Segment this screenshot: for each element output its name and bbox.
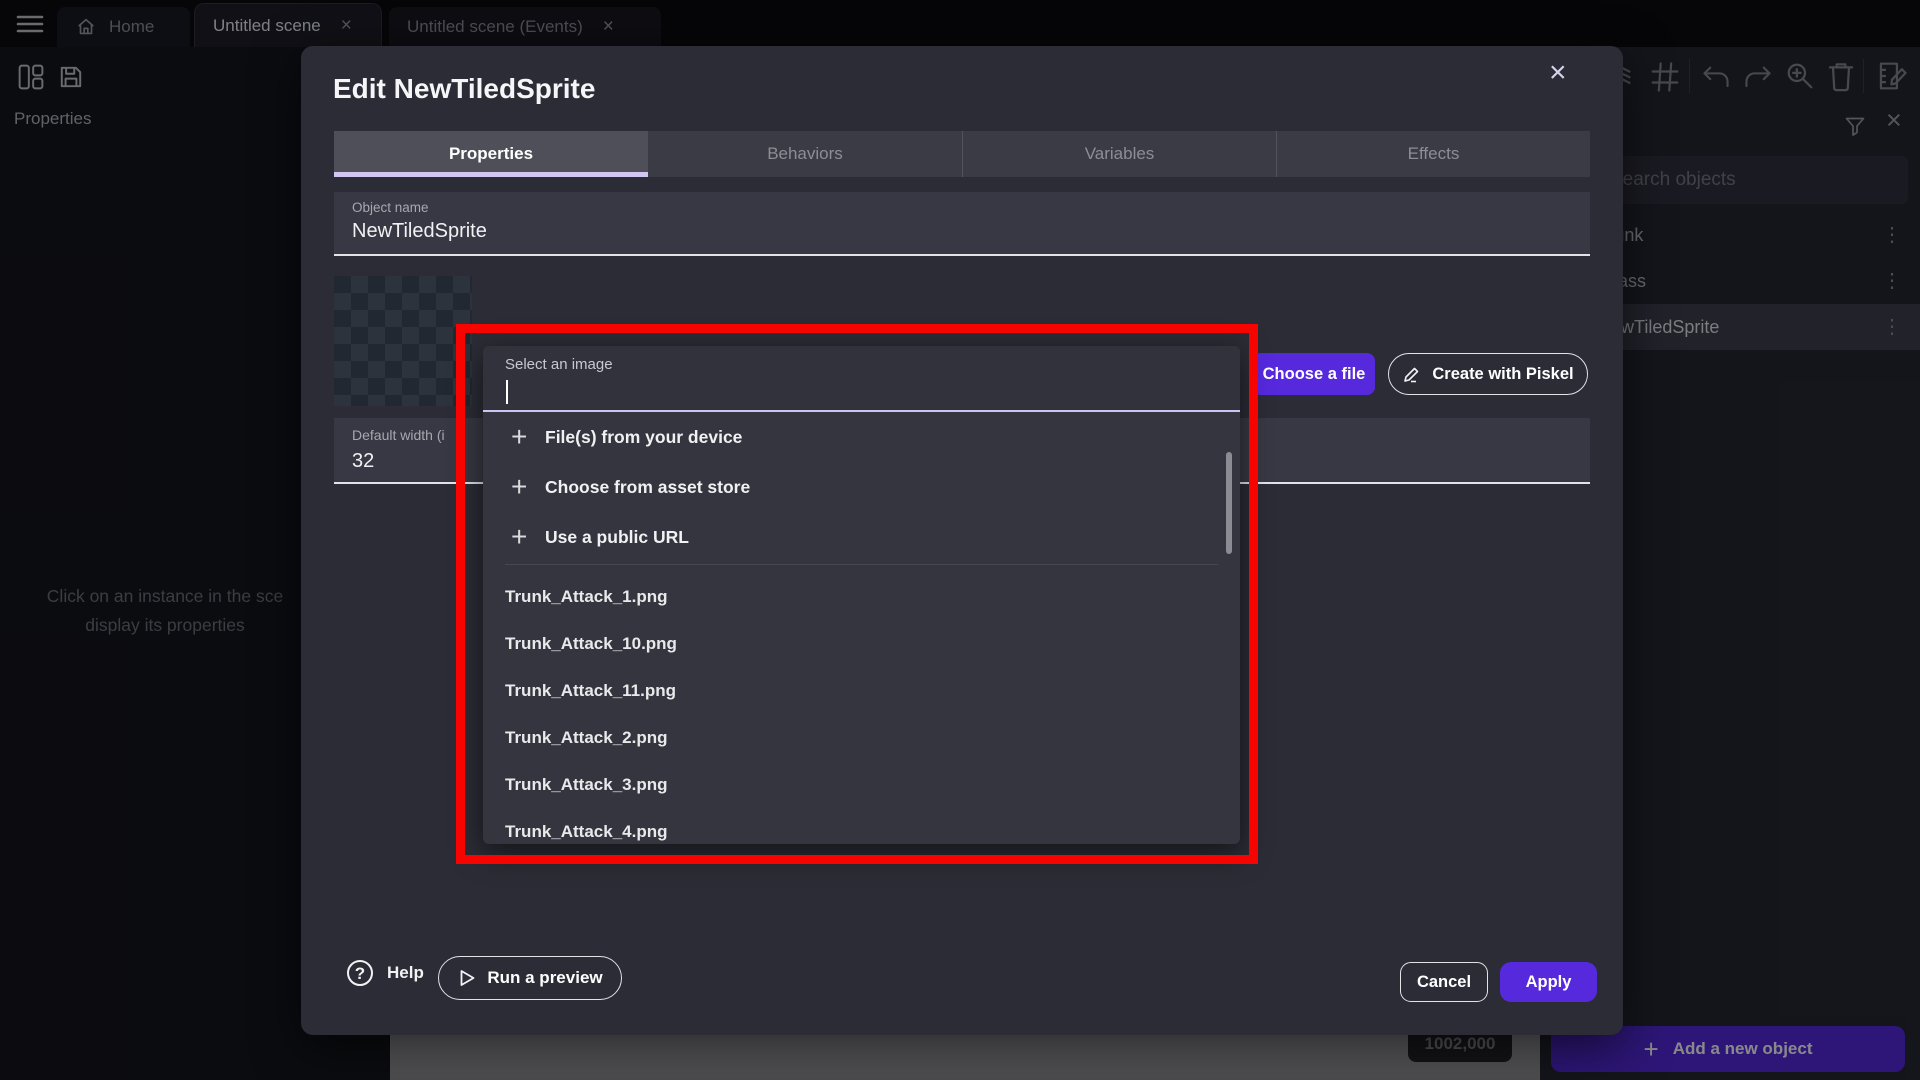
help-button[interactable]: ? Help	[347, 960, 424, 986]
field-value: 32	[352, 450, 374, 473]
create-with-piskel-button[interactable]: Create with Piskel	[1388, 353, 1588, 395]
play-icon	[457, 968, 477, 988]
menu-item-files-from-device[interactable]: + File(s) from your device	[483, 412, 1240, 462]
plus-icon: +	[511, 412, 527, 462]
file-option[interactable]: Trunk_Attack_1.png	[483, 573, 1223, 620]
select-image-dropdown: Select an image + File(s) from your devi…	[483, 346, 1240, 844]
text-cursor	[506, 380, 508, 404]
tab-properties[interactable]: Properties	[334, 131, 648, 177]
field-label: Object name	[352, 200, 429, 215]
menu-item-use-public-url[interactable]: + Use a public URL	[483, 512, 1240, 562]
choose-a-file-button[interactable]: Choose a file	[1253, 353, 1375, 395]
pencil-icon	[1402, 364, 1422, 384]
field-label: Default width (i	[352, 427, 445, 443]
cancel-button[interactable]: Cancel	[1400, 962, 1488, 1002]
object-name-field[interactable]: Object name NewTiledSprite	[334, 192, 1590, 256]
file-option[interactable]: Trunk_Attack_3.png	[483, 761, 1223, 808]
menu-divider	[505, 564, 1218, 565]
apply-button[interactable]: Apply	[1500, 962, 1597, 1002]
input-label: Select an image	[505, 356, 613, 373]
app-screen: Home Untitled scene × Untitled scene (Ev…	[0, 0, 1920, 1080]
file-option[interactable]: Trunk_Attack_4.png	[483, 808, 1223, 844]
dropdown-scrollbar[interactable]	[1226, 452, 1232, 554]
file-option[interactable]: Trunk_Attack_11.png	[483, 667, 1223, 714]
file-option[interactable]: Trunk_Attack_2.png	[483, 714, 1223, 761]
tab-behaviors[interactable]: Behaviors	[648, 131, 962, 177]
sprite-thumbnail	[334, 276, 472, 406]
menu-item-choose-from-asset-store[interactable]: + Choose from asset store	[483, 462, 1240, 512]
plus-icon: +	[511, 462, 527, 512]
select-image-input[interactable]: Select an image	[483, 346, 1240, 412]
dialog-tabs: Properties Behaviors Variables Effects	[334, 131, 1590, 177]
field-value: NewTiledSprite	[352, 220, 487, 243]
plus-icon: +	[511, 512, 527, 562]
dialog-title: Edit NewTiledSprite	[333, 73, 595, 105]
file-option[interactable]: Trunk_Attack_10.png	[483, 620, 1223, 667]
question-icon: ?	[347, 960, 373, 986]
tab-variables[interactable]: Variables	[962, 131, 1276, 177]
run-preview-button[interactable]: Run a preview	[438, 956, 622, 1000]
tab-effects[interactable]: Effects	[1276, 131, 1590, 177]
close-dialog-icon[interactable]: ×	[1549, 56, 1567, 90]
